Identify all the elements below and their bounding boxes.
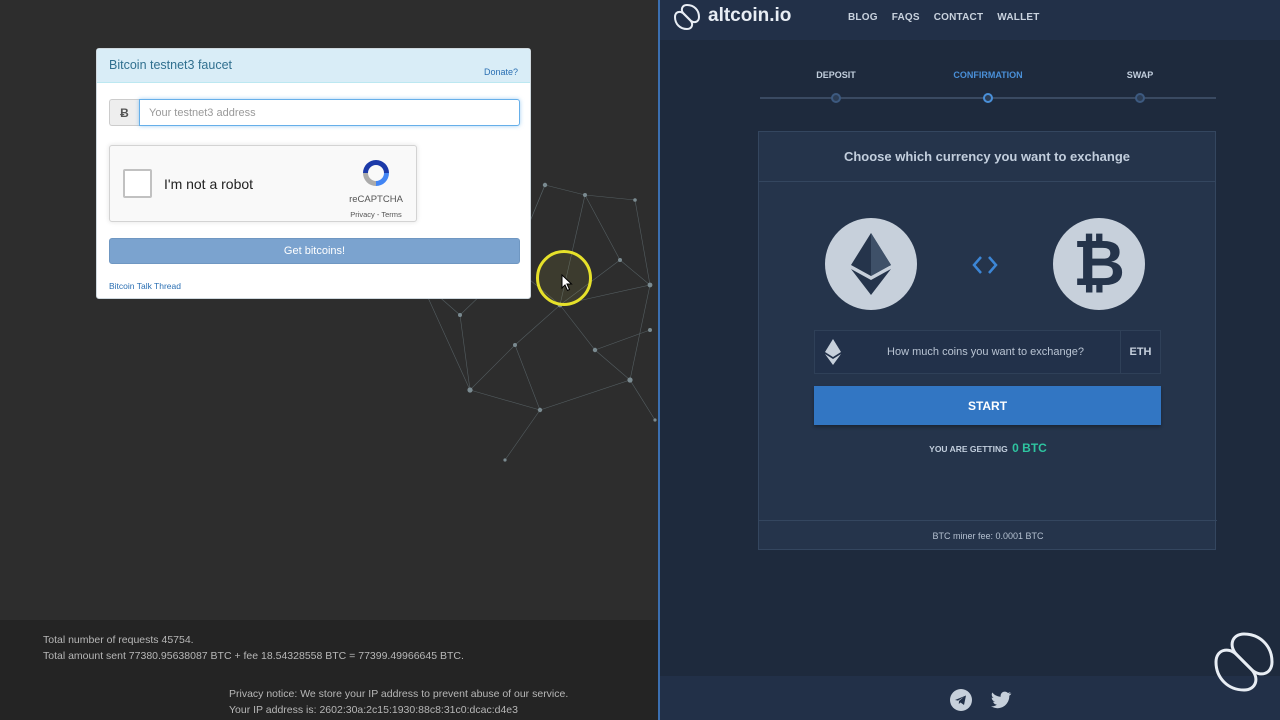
bitcoin-talk-thread-link[interactable]: Bitcoin Talk Thread: [109, 281, 181, 291]
step-confirmation-label: CONFIRMATION: [953, 70, 1023, 80]
miner-fee: BTC miner fee: 0.0001 BTC: [759, 520, 1217, 551]
exchange-card: Choose which currency you want to exchan…: [758, 131, 1217, 551]
altcoin-watermark-logo-icon: [1214, 632, 1274, 692]
altcoin-pane: altcoin.io BLOG FAQS CONTACT WALLET DEPO…: [658, 0, 1280, 720]
card-title: Choose which currency you want to exchan…: [759, 132, 1215, 182]
receive-label: YOU ARE GETTING: [929, 444, 1008, 454]
receive-summary: YOU ARE GETTING 0 BTC: [759, 439, 1217, 457]
start-button[interactable]: START: [814, 386, 1161, 425]
step-swap-label: SWAP: [1126, 70, 1154, 80]
ip-address: Your IP address is: 2602:30a:2c15:1930:8…: [229, 704, 518, 716]
faucet-pane: Bitcoin testnet3 faucet Donate? Ƀ I'm no…: [0, 0, 658, 720]
brand-name[interactable]: altcoin.io: [708, 5, 791, 27]
testnet-address-input[interactable]: [139, 99, 520, 126]
privacy-notice: Privacy notice: We store your IP address…: [229, 688, 569, 700]
bitcoin-icon: ₿: [1072, 227, 1126, 301]
faucet-stats-footer: Total number of requests 45754. Total am…: [0, 620, 658, 720]
recaptcha-brand: reCAPTCHA: [349, 194, 403, 205]
main-nav: BLOG FAQS CONTACT WALLET: [848, 12, 1054, 23]
step-swap-dot: [1135, 93, 1145, 103]
twitter-icon[interactable]: [989, 688, 1013, 712]
bitcoin-addon-icon: Ƀ: [109, 99, 139, 126]
top-navbar: altcoin.io BLOG FAQS CONTACT WALLET: [660, 0, 1280, 40]
address-input-group: Ƀ: [109, 99, 520, 126]
swap-arrows-icon[interactable]: [971, 253, 999, 277]
amount-input-group: ETH: [814, 330, 1161, 374]
receive-value: 0 BTC: [1012, 441, 1047, 455]
total-requests: Total number of requests 45754.: [43, 634, 194, 646]
nav-faqs[interactable]: FAQS: [892, 12, 920, 23]
recaptcha-logo-icon: [363, 160, 389, 186]
altcoin-logo-icon[interactable]: [672, 2, 702, 32]
faucet-panel: Bitcoin testnet3 faucet Donate? Ƀ I'm no…: [96, 48, 531, 299]
total-amount-sent: Total amount sent 77380.95638087 BTC + f…: [43, 650, 464, 662]
ethereum-icon: [851, 233, 891, 295]
telegram-icon[interactable]: [949, 688, 973, 712]
amount-unit: ETH: [1120, 331, 1160, 373]
mouse-cursor-icon: [561, 274, 573, 292]
step-confirmation-dot: [983, 93, 993, 103]
nav-wallet[interactable]: WALLET: [997, 12, 1039, 23]
recaptcha-privacy-terms[interactable]: Privacy - Terms: [343, 210, 409, 219]
donate-link[interactable]: Donate?: [484, 67, 518, 77]
eth-coin[interactable]: [825, 218, 917, 310]
recaptcha-checkbox[interactable]: [123, 169, 152, 198]
faucet-header: Bitcoin testnet3 faucet Donate?: [97, 49, 530, 83]
site-footer: [660, 676, 1280, 720]
btc-coin[interactable]: ₿: [1053, 218, 1145, 310]
faucet-title: Bitcoin testnet3 faucet: [109, 58, 232, 72]
step-deposit-dot: [831, 93, 841, 103]
nav-contact[interactable]: CONTACT: [934, 12, 984, 23]
get-bitcoins-button[interactable]: Get bitcoins!: [109, 238, 520, 264]
nav-blog[interactable]: BLOG: [848, 12, 878, 23]
step-deposit-label: DEPOSIT: [816, 70, 856, 80]
recaptcha-widget: I'm not a robot reCAPTCHA Privacy - Term…: [109, 145, 417, 222]
exchange-amount-input[interactable]: [851, 331, 1120, 373]
recaptcha-label: I'm not a robot: [164, 176, 254, 192]
eth-small-icon: [815, 331, 851, 373]
